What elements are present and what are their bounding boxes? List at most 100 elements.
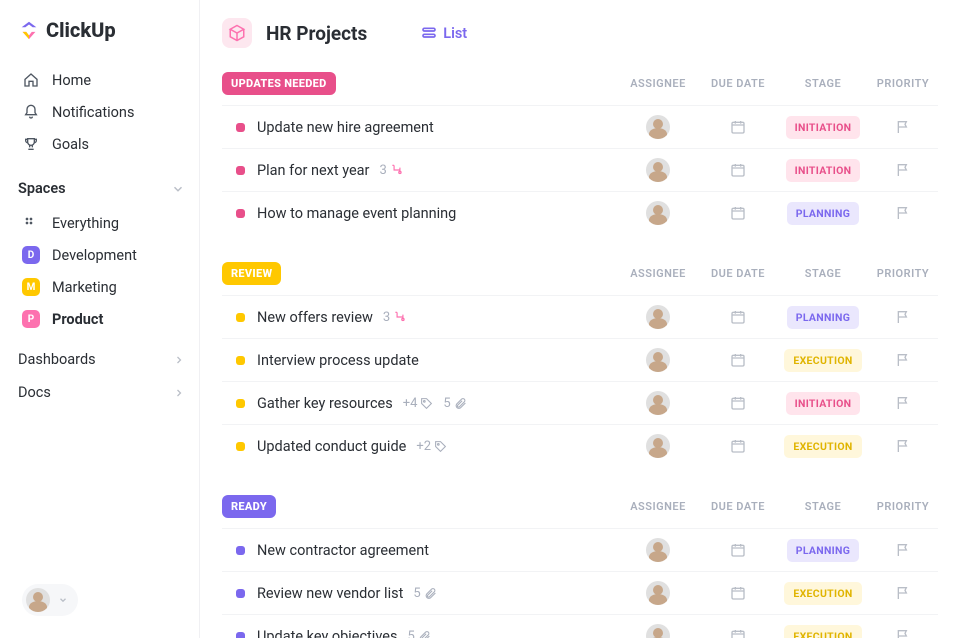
task-row[interactable]: Gather key resources +4 5 INITIATION — [222, 381, 938, 424]
nav-home[interactable]: Home — [18, 64, 189, 96]
status-dot — [236, 589, 245, 598]
nav-notifications-label: Notifications — [52, 104, 134, 121]
stage-cell[interactable]: PLANNING — [778, 539, 868, 562]
due-date-cell[interactable] — [698, 395, 778, 411]
flag-icon — [895, 542, 911, 558]
priority-cell[interactable] — [868, 352, 938, 368]
assignee-cell[interactable] — [618, 201, 698, 225]
column-headers: ASSIGNEE DUE DATE STAGE PRIORITY — [618, 77, 938, 90]
group-status-label[interactable]: UPDATES NEEDED — [222, 72, 336, 95]
space-item-marketing[interactable]: MMarketing — [18, 271, 189, 303]
stage-cell[interactable]: INITIATION — [778, 392, 868, 415]
col-priority: PRIORITY — [868, 267, 938, 280]
stage-cell[interactable]: INITIATION — [778, 159, 868, 182]
task-row[interactable]: How to manage event planning PLANNING — [222, 191, 938, 234]
assignee-cell[interactable] — [618, 581, 698, 605]
due-date-cell[interactable] — [698, 438, 778, 454]
flag-icon — [895, 395, 911, 411]
attachment-count[interactable]: 5 — [413, 586, 436, 601]
assignee-cell[interactable] — [618, 624, 698, 638]
task-row[interactable]: Plan for next year 3 INITIATION — [222, 148, 938, 191]
space-label: Marketing — [52, 279, 117, 296]
task-row[interactable]: Review new vendor list 5 EXECUTION — [222, 571, 938, 614]
spaces-header[interactable]: Spaces — [18, 180, 185, 197]
stage-cell[interactable]: EXECUTION — [778, 349, 868, 372]
priority-cell[interactable] — [868, 542, 938, 558]
stage-badge: EXECUTION — [784, 582, 861, 605]
user-menu[interactable] — [22, 584, 78, 616]
avatar — [26, 588, 50, 612]
col-due: DUE DATE — [698, 267, 778, 280]
avatar — [646, 348, 670, 372]
stage-cell[interactable]: INITIATION — [778, 116, 868, 139]
priority-cell[interactable] — [868, 162, 938, 178]
stage-cell[interactable]: EXECUTION — [778, 625, 868, 638]
flag-icon — [895, 309, 911, 325]
tags-count[interactable]: +2 — [416, 439, 447, 454]
grid-icon — [22, 214, 40, 232]
task-row[interactable]: New contractor agreement PLANNING — [222, 528, 938, 571]
nav-notifications[interactable]: Notifications — [18, 96, 189, 128]
stage-cell[interactable]: PLANNING — [778, 202, 868, 225]
space-item-development[interactable]: DDevelopment — [18, 239, 189, 271]
stage-cell[interactable]: EXECUTION — [778, 582, 868, 605]
due-date-cell[interactable] — [698, 205, 778, 221]
assignee-cell[interactable] — [618, 391, 698, 415]
stage-cell[interactable]: EXECUTION — [778, 435, 868, 458]
assignee-cell[interactable] — [618, 115, 698, 139]
task-row[interactable]: New offers review 3 PLANNING — [222, 295, 938, 338]
nav-docs[interactable]: Docs — [18, 384, 185, 401]
brand-logo[interactable]: ClickUp — [18, 18, 189, 42]
stage-cell[interactable]: PLANNING — [778, 306, 868, 329]
assignee-cell[interactable] — [618, 348, 698, 372]
task-row[interactable]: Update new hire agreement INITIATION — [222, 105, 938, 148]
group-status-label[interactable]: READY — [222, 495, 276, 518]
nav-dashboards[interactable]: Dashboards — [18, 351, 185, 368]
status-dot — [236, 356, 245, 365]
flag-icon — [895, 352, 911, 368]
avatar — [646, 158, 670, 182]
spaces-everything[interactable]: Everything — [18, 207, 189, 239]
assignee-cell[interactable] — [618, 305, 698, 329]
status-dot — [236, 632, 245, 638]
attachment-count[interactable]: 5 — [443, 396, 466, 411]
nav-goals[interactable]: Goals — [18, 128, 189, 160]
due-date-cell[interactable] — [698, 309, 778, 325]
calendar-icon — [730, 309, 746, 325]
due-date-cell[interactable] — [698, 542, 778, 558]
priority-cell[interactable] — [868, 205, 938, 221]
subtask-count[interactable]: 3 — [383, 310, 407, 325]
priority-cell[interactable] — [868, 309, 938, 325]
priority-cell[interactable] — [868, 395, 938, 411]
priority-cell[interactable] — [868, 628, 938, 638]
task-row[interactable]: Interview process update EXECUTION — [222, 338, 938, 381]
page-header: HR Projects List — [222, 18, 938, 48]
logo-icon — [18, 19, 40, 41]
due-date-cell[interactable] — [698, 352, 778, 368]
attachment-count[interactable]: 5 — [407, 629, 430, 638]
subtask-count[interactable]: 3 — [379, 163, 403, 178]
priority-cell[interactable] — [868, 119, 938, 135]
view-list-button[interactable]: List — [421, 25, 467, 42]
due-date-cell[interactable] — [698, 585, 778, 601]
due-date-cell[interactable] — [698, 628, 778, 638]
task-title: Update new hire agreement — [257, 119, 434, 136]
stage-badge: EXECUTION — [784, 625, 861, 638]
tags-count[interactable]: +4 — [403, 396, 434, 411]
due-date-cell[interactable] — [698, 119, 778, 135]
assignee-cell[interactable] — [618, 538, 698, 562]
task-row[interactable]: Update key objectives 5 EXECUTION — [222, 614, 938, 638]
due-date-cell[interactable] — [698, 162, 778, 178]
task-group: READY ASSIGNEE DUE DATE STAGE PRIORITY N… — [222, 495, 938, 638]
priority-cell[interactable] — [868, 585, 938, 601]
calendar-icon — [730, 628, 746, 638]
trophy-icon — [22, 135, 40, 153]
assignee-cell[interactable] — [618, 158, 698, 182]
task-title: Update key objectives — [257, 628, 397, 638]
task-row[interactable]: Updated conduct guide +2 EXECUTION — [222, 424, 938, 467]
flag-icon — [895, 119, 911, 135]
group-status-label[interactable]: REVIEW — [222, 262, 281, 285]
assignee-cell[interactable] — [618, 434, 698, 458]
priority-cell[interactable] — [868, 438, 938, 454]
space-item-product[interactable]: PProduct — [18, 303, 189, 335]
